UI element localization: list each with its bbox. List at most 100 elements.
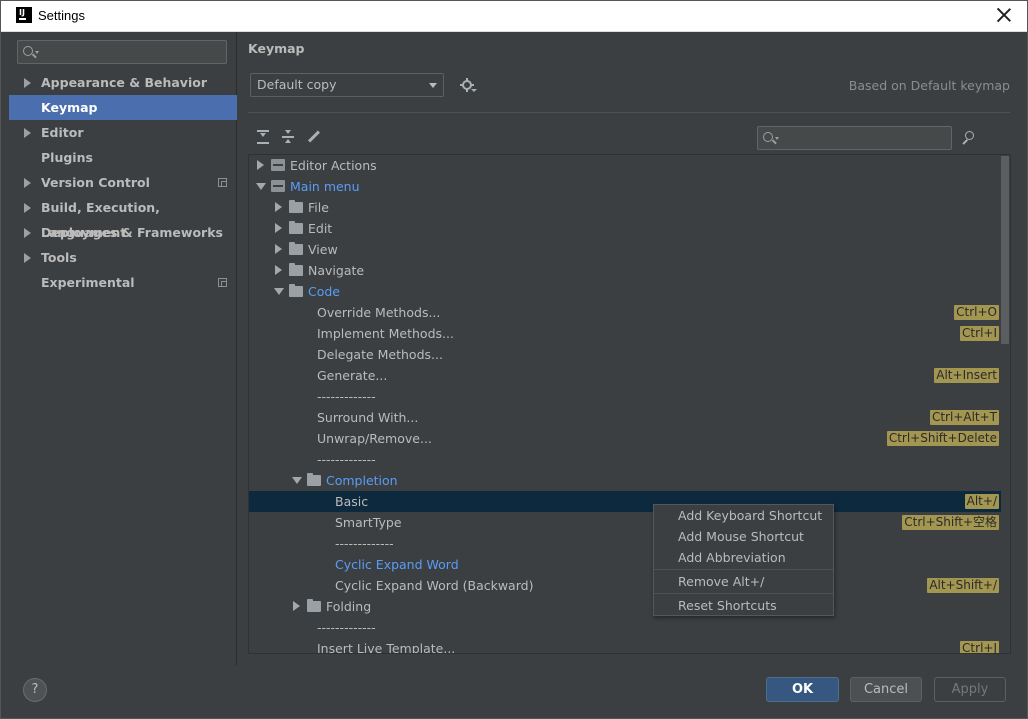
shortcut-badge: Ctrl+I xyxy=(960,326,999,341)
tree-row-label: File xyxy=(308,200,329,215)
tree-row-label: ------------- xyxy=(317,452,376,467)
page-title: Keymap xyxy=(248,41,305,56)
tree-row-view[interactable]: View xyxy=(249,239,1001,260)
tree-row-insert-live-template[interactable]: Insert Live Template... Ctrl+J xyxy=(249,638,1001,654)
sidebar-item-label: Editor xyxy=(41,125,84,140)
sidebar-item-editor[interactable]: Editor xyxy=(9,120,237,145)
sidebar-item-keymap[interactable]: Keymap xyxy=(9,95,237,120)
action-group-icon xyxy=(271,180,285,192)
sidebar-item-label: Languages & Frameworks xyxy=(41,225,223,240)
settings-nav: Appearance & Behavior Keymap Editor Plug… xyxy=(9,70,237,295)
expand-arrow-icon[interactable] xyxy=(293,601,300,611)
tree-row-override-methods[interactable]: Override Methods... Ctrl+O xyxy=(249,302,1001,323)
expand-arrow-icon[interactable] xyxy=(24,78,31,88)
tree-row-cyclic-expand-word[interactable]: Cyclic Expand Word xyxy=(249,554,1001,575)
settings-dialog: IJ Settings Appearance & Behavior Keymap… xyxy=(0,0,1028,719)
add-mouse-shortcut-menu-item[interactable]: Add Mouse Shortcut xyxy=(654,526,833,547)
tree-row-separator[interactable]: ------------- xyxy=(249,449,1001,470)
sidebar-item-languages-frameworks[interactable]: Languages & Frameworks xyxy=(9,220,237,245)
expand-arrow-icon[interactable] xyxy=(275,223,282,233)
tree-row-label: Basic xyxy=(335,494,369,509)
expand-arrow-icon[interactable] xyxy=(24,203,31,213)
tree-row-label: Navigate xyxy=(308,263,365,278)
tree-row-label: Code xyxy=(308,284,341,299)
remove-shortcut-menu-item[interactable]: Remove Alt+/ xyxy=(654,571,833,592)
add-keyboard-shortcut-menu-item[interactable]: Add Keyboard Shortcut xyxy=(654,505,833,526)
keymap-tree: Editor Actions Main menu File Edit View Navig… xyxy=(248,154,1011,654)
expand-arrow-icon[interactable] xyxy=(24,128,31,138)
tree-row-main-menu[interactable]: Main menu xyxy=(249,176,1001,197)
settings-search-input[interactable] xyxy=(17,40,227,64)
tree-row-surround-with[interactable]: Surround With... Ctrl+Alt+T xyxy=(249,407,1001,428)
tree-row-edit[interactable]: Edit xyxy=(249,218,1001,239)
folder-icon xyxy=(289,221,303,234)
menu-separator xyxy=(654,569,833,570)
expand-all-icon[interactable] xyxy=(255,129,271,145)
expand-arrow-icon[interactable] xyxy=(257,160,264,170)
tree-row-completion[interactable]: Completion xyxy=(249,470,1001,491)
window-title: Settings xyxy=(38,8,85,23)
expand-arrow-icon[interactable] xyxy=(24,253,31,263)
reset-shortcuts-menu-item[interactable]: Reset Shortcuts xyxy=(654,595,833,616)
expand-arrow-icon[interactable] xyxy=(275,265,282,275)
tree-row-separator[interactable]: ------------- xyxy=(249,533,1001,554)
tree-scrollbar[interactable] xyxy=(1001,156,1009,344)
expand-arrow-icon[interactable] xyxy=(275,202,282,212)
sidebar-item-label: Keymap xyxy=(41,100,98,115)
action-filter-input[interactable] xyxy=(757,126,952,150)
tree-row-label: Insert Live Template... xyxy=(317,641,456,654)
edit-pencil-icon[interactable] xyxy=(306,129,322,145)
tree-row-separator[interactable]: ------------- xyxy=(249,617,1001,638)
project-level-icon xyxy=(218,278,227,287)
tree-row-editor-actions[interactable]: Editor Actions xyxy=(249,155,1001,176)
sidebar-item-plugins[interactable]: Plugins xyxy=(9,145,237,170)
expand-arrow-icon[interactable] xyxy=(24,178,31,188)
sidebar-item-appearance-behavior[interactable]: Appearance & Behavior xyxy=(9,70,237,95)
tree-row-implement-methods[interactable]: Implement Methods... Ctrl+I xyxy=(249,323,1001,344)
tree-row-generate[interactable]: Generate... Alt+Insert xyxy=(249,365,1001,386)
sidebar-item-label: Tools xyxy=(41,250,77,265)
tree-row-separator[interactable]: ------------- xyxy=(249,386,1001,407)
shortcut-badge: Ctrl+Alt+T xyxy=(929,410,999,425)
cancel-button[interactable]: Cancel xyxy=(850,677,922,702)
shortcut-badge: Alt+Shift+/ xyxy=(927,578,999,593)
tree-row-cyclic-expand-word-backward[interactable]: Cyclic Expand Word (Backward) Alt+Shift+/ xyxy=(249,575,1001,596)
title-bar: IJ Settings xyxy=(1,1,1027,32)
close-icon[interactable] xyxy=(995,6,1013,24)
tree-row-navigate[interactable]: Navigate xyxy=(249,260,1001,281)
tree-row-smarttype[interactable]: SmartType Ctrl+Shift+空格 xyxy=(249,512,1001,533)
tree-row-delegate-methods[interactable]: Delegate Methods... xyxy=(249,344,1001,365)
expand-arrow-icon[interactable] xyxy=(24,228,31,238)
tree-row-label: Cyclic Expand Word (Backward) xyxy=(335,578,534,593)
shortcut-badge: Ctrl+Shift+Delete xyxy=(886,431,999,446)
tree-row-file[interactable]: File xyxy=(249,197,1001,218)
find-by-shortcut-icon[interactable] xyxy=(962,130,978,146)
tree-row-code[interactable]: Code xyxy=(249,281,1001,302)
sidebar-item-experimental[interactable]: Experimental xyxy=(9,270,237,295)
keymap-scheme-select[interactable]: Default copy xyxy=(250,73,444,97)
add-abbreviation-menu-item[interactable]: Add Abbreviation xyxy=(654,547,833,568)
expand-arrow-icon[interactable] xyxy=(275,244,282,254)
folder-icon xyxy=(307,599,321,612)
collapse-arrow-icon[interactable] xyxy=(274,288,284,295)
sidebar-item-version-control[interactable]: Version Control xyxy=(9,170,237,195)
tree-row-label: ------------- xyxy=(317,620,376,635)
tree-row-label: ------------- xyxy=(317,389,376,404)
apply-button[interactable]: Apply xyxy=(934,677,1006,702)
tree-row-label: Delegate Methods... xyxy=(317,347,443,362)
tree-row-basic[interactable]: Basic Alt+/ xyxy=(249,491,1001,512)
collapse-all-icon[interactable] xyxy=(280,129,296,145)
folder-icon xyxy=(307,473,321,486)
tree-row-label: SmartType xyxy=(335,515,402,530)
sidebar-item-tools[interactable]: Tools xyxy=(9,245,237,270)
sidebar-item-build-execution-deployment[interactable]: Build, Execution, Deployment xyxy=(9,195,237,240)
help-button[interactable]: ? xyxy=(23,678,47,702)
tree-row-unwrap-remove[interactable]: Unwrap/Remove... Ctrl+Shift+Delete xyxy=(249,428,1001,449)
ok-button[interactable]: OK xyxy=(766,677,839,702)
sidebar-item-label: Plugins xyxy=(41,150,93,165)
collapse-arrow-icon[interactable] xyxy=(292,477,302,484)
tree-row-folding[interactable]: Folding xyxy=(249,596,1001,617)
collapse-arrow-icon[interactable] xyxy=(256,183,266,190)
based-on-label: Based on Default keymap xyxy=(848,78,1010,93)
gear-icon[interactable] xyxy=(460,78,477,92)
